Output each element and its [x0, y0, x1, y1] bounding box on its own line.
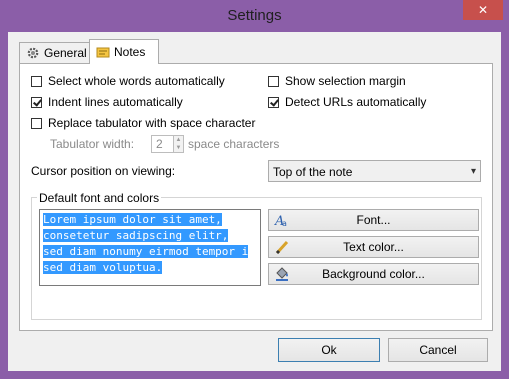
preview-line: sed diam voluptua.: [43, 261, 163, 274]
spin-up-icon[interactable]: ▲: [174, 136, 183, 144]
ok-button-label: Ok: [321, 343, 337, 357]
replace-tab-label: Replace tabulator with space character: [48, 116, 256, 130]
font-button-label: Font...: [356, 213, 391, 227]
tab-width-spinner[interactable]: ▲ ▼: [173, 135, 184, 153]
settings-window: Settings ✕ General Notes Select whole wo…: [0, 0, 509, 379]
select-whole-words-checkbox[interactable]: Select whole words automatically: [31, 74, 225, 88]
indent-lines-box[interactable]: [31, 96, 42, 108]
preview-line: consetetur sadipscing elitr,: [43, 229, 229, 242]
cursor-position-value: Top of the note: [273, 165, 353, 179]
paint-bucket-icon: [276, 267, 288, 281]
font-button[interactable]: A a Font...: [268, 209, 479, 231]
text-color-button[interactable]: Text color...: [268, 236, 479, 258]
font-icon: A a: [274, 214, 287, 228]
spin-down-icon[interactable]: ▼: [174, 144, 183, 152]
preview-line: Lorem ipsum dolor sit amet,: [43, 213, 222, 226]
indent-lines-label: Indent lines automatically: [48, 95, 183, 109]
tab-notes-label: Notes: [114, 45, 146, 59]
replace-tab-checkbox[interactable]: Replace tabulator with space character: [31, 116, 255, 130]
indent-lines-checkbox[interactable]: Indent lines automatically: [31, 95, 183, 109]
show-margin-label: Show selection margin: [285, 74, 406, 88]
cursor-position-label: Cursor position on viewing:: [31, 164, 176, 178]
tab-width-value: 2: [156, 137, 163, 151]
svg-text:a: a: [282, 219, 287, 228]
tab-width-suffix: space characters: [188, 137, 280, 151]
show-margin-box[interactable]: [268, 75, 279, 87]
select-whole-words-label: Select whole words automatically: [48, 74, 225, 88]
font-preview-textarea[interactable]: Lorem ipsum dolor sit amet, consetetur s…: [39, 209, 261, 286]
gear-icon: [27, 47, 39, 59]
window-title: Settings: [227, 7, 282, 24]
show-margin-checkbox[interactable]: Show selection margin: [268, 74, 406, 88]
pencil-icon: [275, 240, 289, 255]
cancel-button[interactable]: Cancel: [388, 338, 488, 362]
tab-width-label: Tabulator width:: [50, 137, 135, 151]
cursor-position-select[interactable]: Top of the note ▾: [268, 160, 481, 182]
detect-urls-checkbox[interactable]: Detect URLs automatically: [268, 95, 426, 109]
detect-urls-label: Detect URLs automatically: [285, 95, 427, 109]
notes-panel: Select whole words automatically Indent …: [19, 63, 493, 331]
tab-width-input[interactable]: 2: [151, 135, 174, 153]
background-color-button[interactable]: Background color...: [268, 263, 479, 285]
title-bar[interactable]: Settings ✕: [0, 0, 509, 32]
background-color-button-label: Background color...: [322, 267, 425, 281]
text-color-button-label: Text color...: [343, 240, 404, 254]
chevron-down-icon: ▾: [470, 166, 476, 177]
replace-tab-box[interactable]: [31, 117, 42, 129]
tab-general-label: General: [44, 46, 87, 60]
font-colors-group-label: Default font and colors: [37, 191, 162, 205]
close-button[interactable]: ✕: [463, 0, 503, 20]
tab-general[interactable]: General: [19, 42, 93, 63]
tab-notes[interactable]: Notes: [89, 39, 159, 64]
detect-urls-box[interactable]: [268, 96, 279, 108]
close-icon: ✕: [477, 3, 489, 17]
notes-icon: [96, 47, 110, 58]
select-whole-words-box[interactable]: [31, 75, 42, 87]
cancel-button-label: Cancel: [419, 343, 457, 357]
dialog-client-area: General Notes Select whole words automat…: [8, 32, 501, 371]
preview-line: sed diam nonumy eirmod tempor i: [43, 245, 249, 258]
ok-button[interactable]: Ok: [278, 338, 380, 362]
